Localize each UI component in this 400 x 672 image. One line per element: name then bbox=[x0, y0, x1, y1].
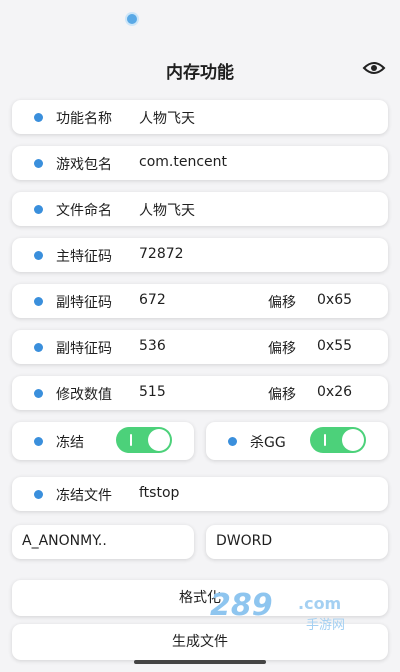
kill-gg-label: 杀GG bbox=[250, 435, 286, 451]
freeze-file-value[interactable]: ftstop bbox=[139, 485, 179, 501]
bullet-icon bbox=[34, 159, 43, 168]
modify-value-row[interactable]: 修改数值 515 偏移 0x26 bbox=[12, 376, 388, 410]
memory-range-value: A_ANONMY.. bbox=[22, 533, 107, 549]
toggle-knob bbox=[342, 429, 364, 451]
data-type-value: DWORD bbox=[216, 533, 273, 549]
toggle-knob bbox=[148, 429, 170, 451]
memory-range-select[interactable]: A_ANONMY.. bbox=[12, 525, 194, 559]
row-label: 副特征码 bbox=[56, 341, 112, 357]
modify-value[interactable]: 515 bbox=[139, 384, 166, 400]
row-label: 主特征码 bbox=[56, 249, 112, 265]
file-name-row[interactable]: 文件命名 人物飞天 bbox=[12, 192, 388, 226]
bullet-icon bbox=[34, 113, 43, 122]
freeze-toggle-card: 冻结 bbox=[12, 422, 194, 460]
format-button[interactable]: 格式化 bbox=[12, 580, 388, 616]
row-label: 游戏包名 bbox=[56, 157, 112, 173]
freeze-file-row[interactable]: 冻结文件 ftstop bbox=[12, 477, 388, 511]
main-signature-row[interactable]: 主特征码 72872 bbox=[12, 238, 388, 272]
bullet-icon bbox=[34, 251, 43, 260]
toggle-on-mark bbox=[130, 434, 132, 446]
function-name-row[interactable]: 功能名称 人物飞天 bbox=[12, 100, 388, 134]
sub-signature-row-1[interactable]: 副特征码 672 偏移 0x65 bbox=[12, 284, 388, 318]
sub-signature-value[interactable]: 536 bbox=[139, 338, 166, 354]
page-title: 内存功能 bbox=[166, 63, 234, 83]
function-name-value[interactable]: 人物飞天 bbox=[139, 108, 195, 128]
header: 内存功能 bbox=[0, 48, 400, 88]
main-signature-value[interactable]: 72872 bbox=[139, 246, 184, 262]
toggle-on-mark bbox=[324, 434, 326, 446]
row-label: 冻结文件 bbox=[56, 488, 112, 504]
bullet-icon bbox=[34, 437, 43, 446]
bullet-icon bbox=[228, 437, 237, 446]
bullet-icon bbox=[34, 389, 43, 398]
row-label: 副特征码 bbox=[56, 295, 112, 311]
bullet-icon bbox=[34, 297, 43, 306]
status-indicator-icon bbox=[127, 14, 137, 24]
file-name-value[interactable]: 人物飞天 bbox=[139, 200, 195, 220]
sub-signature-value[interactable]: 672 bbox=[139, 292, 166, 308]
offset-value[interactable]: 0x26 bbox=[317, 384, 352, 400]
sub-signature-row-2[interactable]: 副特征码 536 偏移 0x55 bbox=[12, 330, 388, 364]
kill-gg-toggle[interactable] bbox=[310, 427, 366, 453]
offset-value[interactable]: 0x65 bbox=[317, 292, 352, 308]
freeze-toggle[interactable] bbox=[116, 427, 172, 453]
offset-label: 偏移 bbox=[268, 295, 296, 311]
offset-value[interactable]: 0x55 bbox=[317, 338, 352, 354]
data-type-select[interactable]: DWORD bbox=[206, 525, 388, 559]
package-name-value[interactable]: com.tencent bbox=[139, 154, 227, 170]
bullet-icon bbox=[34, 343, 43, 352]
row-label: 修改数值 bbox=[56, 387, 112, 403]
bullet-icon bbox=[34, 490, 43, 499]
home-indicator[interactable] bbox=[134, 660, 266, 664]
row-label: 功能名称 bbox=[56, 111, 112, 127]
row-label: 文件命名 bbox=[56, 203, 112, 219]
kill-gg-toggle-card: 杀GG bbox=[206, 422, 388, 460]
package-name-row[interactable]: 游戏包名 com.tencent bbox=[12, 146, 388, 180]
freeze-label: 冻结 bbox=[56, 435, 84, 451]
generate-file-button[interactable]: 生成文件 bbox=[12, 624, 388, 660]
offset-label: 偏移 bbox=[268, 387, 296, 403]
bullet-icon bbox=[34, 205, 43, 214]
offset-label: 偏移 bbox=[268, 341, 296, 357]
eye-icon[interactable] bbox=[362, 58, 386, 78]
